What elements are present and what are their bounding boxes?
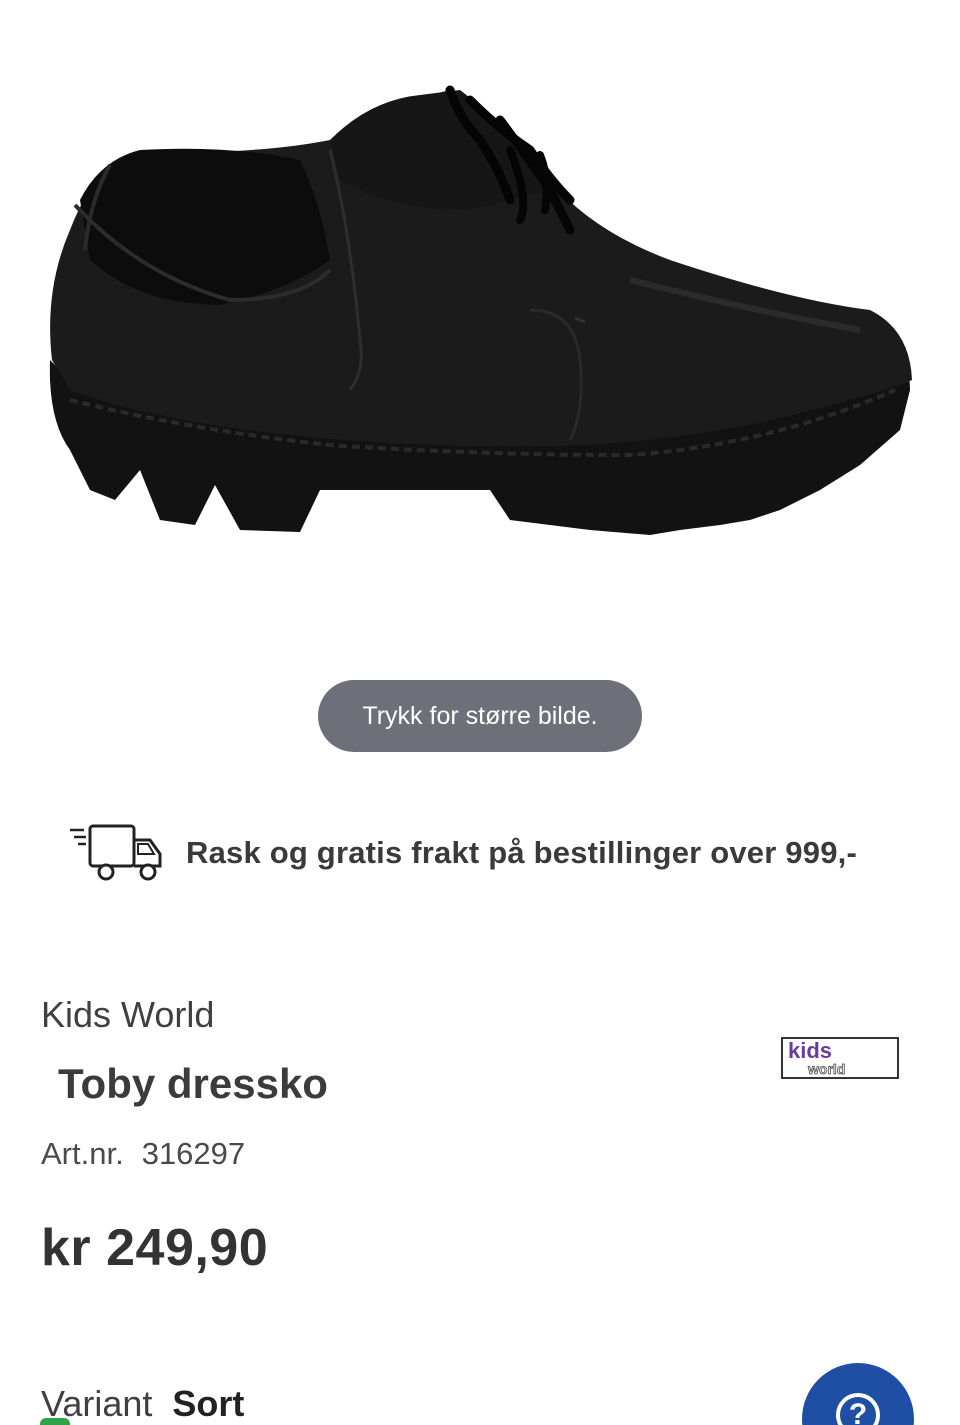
svg-text:kids: kids <box>788 1038 832 1063</box>
brand-logo[interactable]: kids world <box>780 1034 902 1084</box>
variant-row: Variant Sort <box>41 1383 244 1425</box>
artnr-label: Art.nr. <box>41 1136 124 1171</box>
shipping-text: Rask og gratis frakt på bestillinger ove… <box>186 835 857 870</box>
product-title: Toby dressko <box>58 1060 328 1107</box>
help-icon: ? <box>836 1393 880 1425</box>
brand-name[interactable]: Kids World <box>41 994 214 1036</box>
shipping-banner: Rask og gratis frakt på bestillinger ove… <box>66 822 857 884</box>
svg-text:world: world <box>807 1061 845 1077</box>
delivery-truck-icon <box>70 824 162 881</box>
product-page: Trykk for større bilde. Rask og gratis f… <box>0 0 960 1425</box>
product-image[interactable] <box>30 60 930 580</box>
variant-value: Sort <box>172 1383 245 1424</box>
variant-indicator <box>40 1418 70 1425</box>
product-price: kr 249,90 <box>41 1219 269 1277</box>
help-button[interactable]: ? <box>802 1363 914 1425</box>
article-number: Art.nr. 316297 <box>41 1136 245 1172</box>
zoom-image-button[interactable]: Trykk for større bilde. <box>318 680 642 752</box>
artnr-value: 316297 <box>141 1136 246 1171</box>
